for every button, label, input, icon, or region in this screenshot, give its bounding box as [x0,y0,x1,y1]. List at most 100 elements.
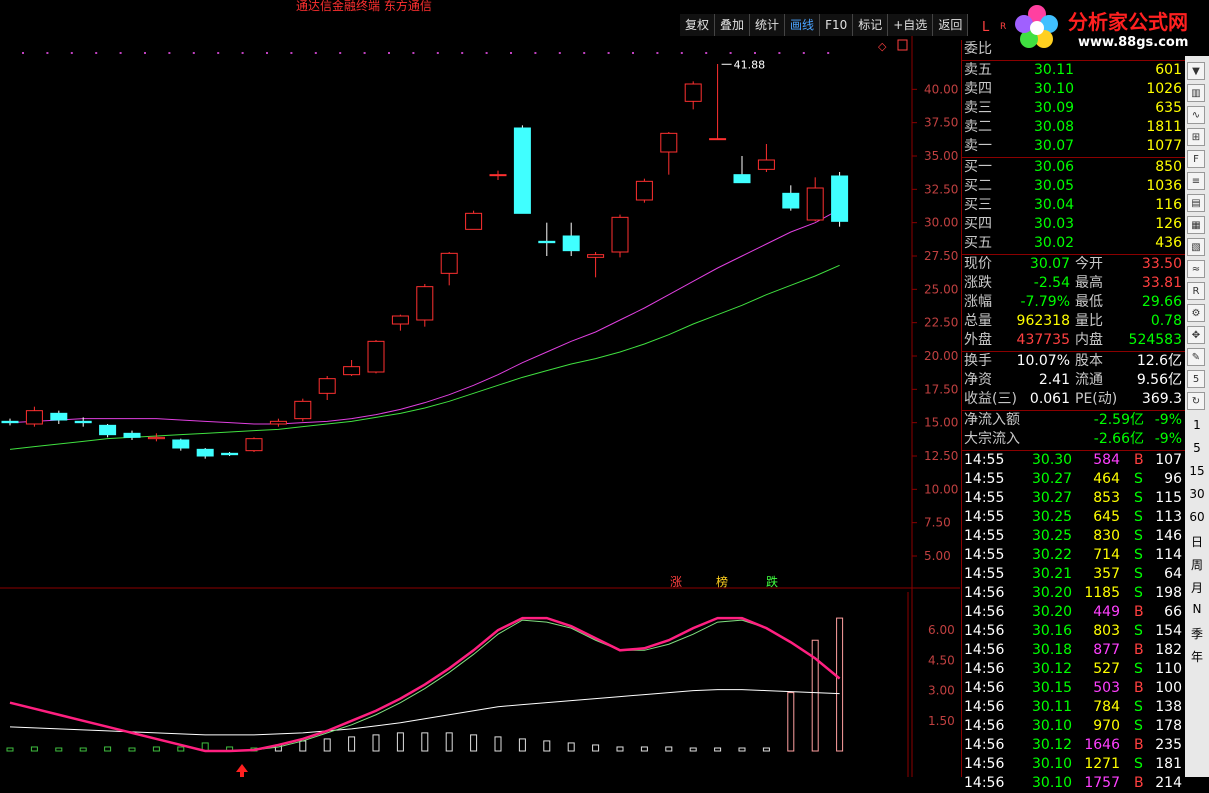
tick-count: 113 [1155,509,1182,525]
top-dot [290,52,293,54]
arrow-down-icon[interactable]: ▼ [1187,62,1205,80]
ask-label: 卖三 [964,100,992,116]
pen-icon[interactable]: ✎ [1187,348,1205,366]
ask-label: 卖四 [964,81,992,97]
tick-count: 138 [1155,699,1182,715]
tick-price: 30.27 [1032,471,1073,487]
stat-label: 总量 [964,313,992,329]
period-button-9[interactable]: 季 [1185,625,1209,642]
candle-body [416,286,434,321]
period-button-8[interactable]: N [1185,602,1209,616]
move-icon[interactable]: ✥ [1187,326,1205,344]
toolbar-button-5[interactable]: 标记 [853,14,889,36]
indicator-bar [299,740,307,752]
tick-side: S [1134,585,1143,601]
stats-icon[interactable]: ▦ [1187,216,1205,234]
indicator-bar [177,746,185,752]
candle-body [513,127,531,214]
stat-label: 流通 [1075,372,1103,388]
top-dot [510,52,512,54]
stat-label: PE(动) [1075,391,1118,407]
top-dot [802,52,805,54]
period-button-10[interactable]: 年 [1185,648,1209,665]
tick-row: 14:56 30.20 1185 S 198 [962,584,1184,603]
stat-value: 9.56亿 [1136,372,1182,388]
stat-value: 30.07 [1029,256,1070,272]
tick-row: 14:56 30.10 970 S 178 [962,717,1184,736]
bid-price: 30.06 [1034,159,1075,175]
tick-price: 30.12 [1032,737,1073,753]
line-chart-icon[interactable]: ∿ [1187,106,1205,124]
refresh-icon[interactable]: ↻ [1187,392,1205,410]
toolbar-button-4[interactable]: F10 [820,14,854,36]
period-button-3[interactable]: 30 [1185,487,1209,501]
ask-price: 30.09 [1034,100,1075,116]
candle-body [660,132,678,153]
wave-icon[interactable]: ≈ [1187,260,1205,278]
price-tick-label: 10.00 [924,482,958,496]
f10-icon[interactable]: F [1187,150,1205,168]
tick-side: B [1134,604,1144,620]
toolbar-button-7[interactable]: 返回 [933,14,969,36]
tick-volume: 584 [1093,452,1120,468]
top-dot [607,52,610,54]
doc-icon[interactable]: ▧ [1187,238,1205,256]
book-icon[interactable]: ▤ [1187,194,1205,212]
toolbar-button-1[interactable]: 叠加 [715,14,751,36]
ask-volume: 1026 [1146,81,1182,97]
candle-body [343,366,361,376]
tick-count: 235 [1155,737,1182,753]
period-button-6[interactable]: 周 [1185,556,1209,573]
stat-value: 33.81 [1141,275,1182,291]
price-tick-label: 17.50 [924,382,958,396]
top-dot [314,52,317,54]
period-button-1[interactable]: 5 [1185,441,1209,455]
tick-volume: 853 [1093,490,1120,506]
candle-body [611,216,629,253]
tick-side: S [1134,490,1143,506]
ask-volume: 1077 [1146,138,1182,154]
toolbar-button-3[interactable]: 画线 [785,14,821,36]
tick-side: S [1134,756,1143,772]
top-dot [436,52,439,54]
top-dot [827,52,830,54]
tick-time: 14:55 [964,566,1005,582]
tick-volume: 877 [1093,642,1120,658]
tick-time: 14:56 [964,661,1005,677]
ask-volume: 1811 [1146,119,1182,135]
tick-time: 14:56 [964,718,1005,734]
period-button-5[interactable]: 日 [1185,533,1209,550]
period-button-2[interactable]: 15 [1185,464,1209,478]
kline-chart-svg[interactable]: ◇ 40.00 37.50 35.00 32.50 30.00 27.50 25.00 22.5… [0,36,960,777]
toolbar-button-0[interactable]: 复权 [680,14,716,36]
f5-icon[interactable]: 5 [1187,370,1205,388]
rsi-icon[interactable]: R [1187,282,1205,300]
stat-row: 现价 30.07 今开 33.50 [962,255,1184,274]
kline-icon[interactable]: ≡ [1187,172,1205,190]
tick-row: 14:55 30.27 853 S 115 [962,489,1184,508]
candle-body [50,412,68,421]
period-button-4[interactable]: 60 [1185,510,1209,524]
candle-chart-icon[interactable]: ⊞ [1187,128,1205,146]
period-button-7[interactable]: 月 [1185,579,1209,596]
tick-row: 14:56 30.12 1646 B 235 [962,736,1184,755]
tick-volume: 357 [1093,566,1120,582]
period-button-0[interactable]: 1 [1185,418,1209,432]
gear-icon[interactable]: ⚙ [1187,304,1205,322]
price-tick-label: 7.50 [924,516,951,530]
tick-volume: 1185 [1084,585,1120,601]
stat-value: 2.41 [1038,372,1070,388]
indicator-bar [836,617,844,752]
tick-price: 30.10 [1032,718,1073,734]
indicator-white-line [9,689,840,736]
weibi-label: 委比 [964,41,992,57]
flow-pct: -9% [1154,412,1182,428]
toolbar-button-2[interactable]: 统计 [750,14,786,36]
tick-count: 100 [1155,680,1182,696]
kline-chart-area[interactable]: ◇ 40.00 37.50 35.00 32.50 30.00 27.50 25.00 22.5… [0,36,960,777]
indicator-tick-label: 1.50 [928,714,955,728]
toolbar-button-6[interactable]: +自选 [888,14,934,36]
indicator-bar [762,747,770,752]
bar-chart-icon[interactable]: ▥ [1187,84,1205,102]
top-dot [266,52,268,54]
